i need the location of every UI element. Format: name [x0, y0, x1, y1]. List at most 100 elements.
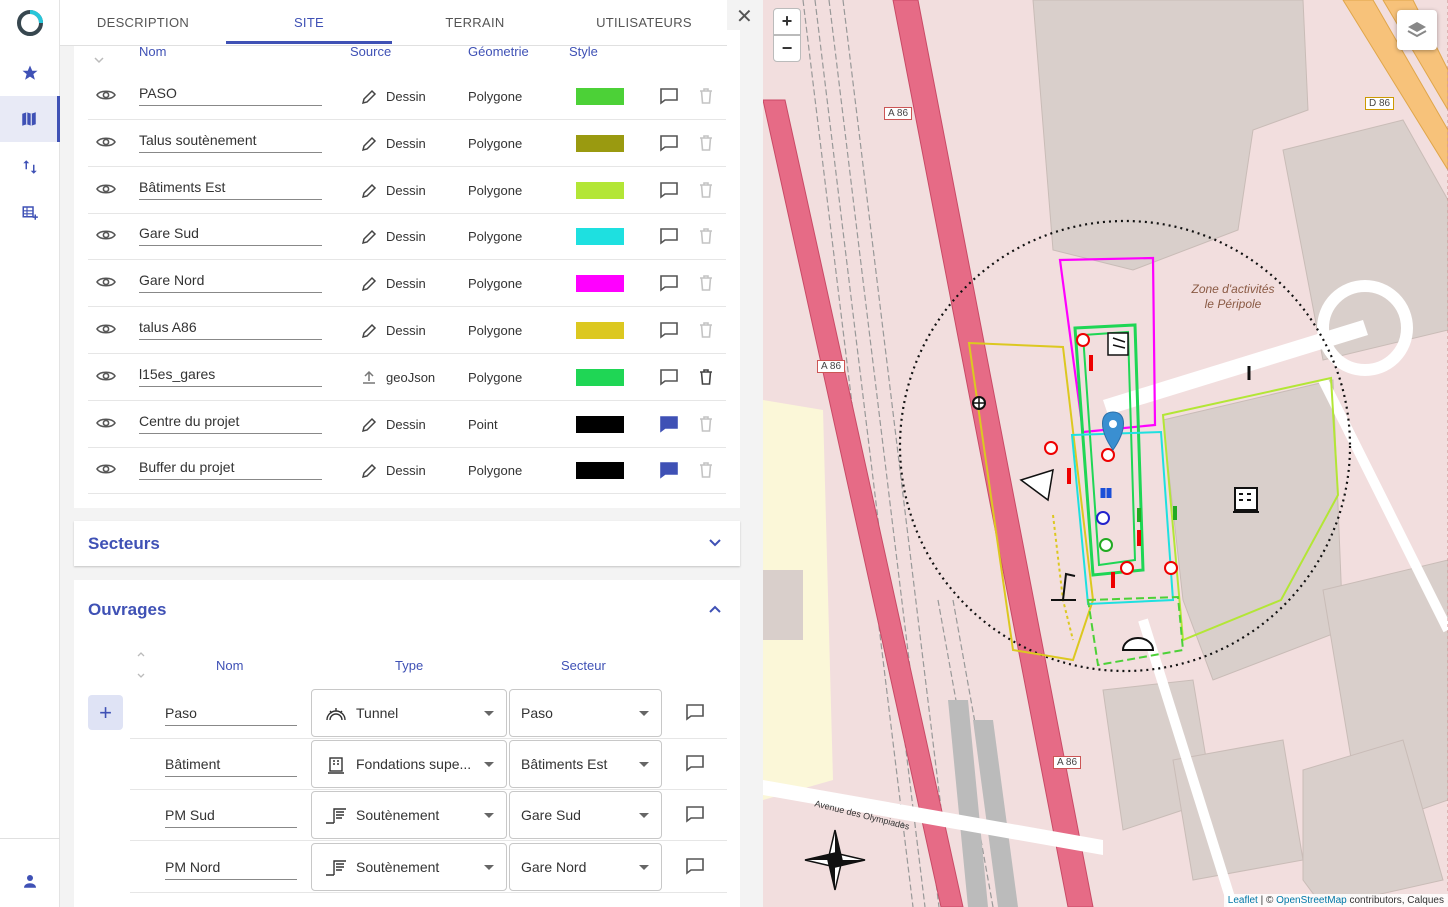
comment-icon[interactable]	[659, 321, 679, 344]
layer-style-swatch[interactable]	[576, 322, 624, 339]
eye-icon[interactable]	[96, 228, 116, 247]
eye-icon[interactable]	[96, 275, 116, 294]
eye-icon[interactable]	[96, 416, 116, 435]
layer-style-swatch[interactable]	[576, 462, 624, 480]
comment-icon[interactable]	[659, 87, 679, 110]
eye-icon[interactable]	[96, 322, 116, 341]
layer-row: Centre du projet Dessin Point	[88, 401, 726, 448]
layer-name-field[interactable]: Talus soutènement	[139, 132, 322, 153]
ouvrages-col-secteur[interactable]: Secteur	[561, 658, 606, 673]
comment-icon[interactable]	[659, 134, 679, 157]
layer-name-field[interactable]: PASO	[139, 85, 322, 106]
comment-icon[interactable]	[685, 754, 705, 777]
comment-icon[interactable]	[659, 461, 679, 484]
secteurs-card[interactable]: Secteurs	[74, 521, 740, 566]
col-style[interactable]: Style	[569, 44, 598, 59]
layer-style-swatch[interactable]	[576, 415, 624, 433]
app-logo[interactable]	[0, 0, 60, 46]
trash-icon[interactable]	[698, 415, 714, 438]
comment-icon[interactable]	[685, 805, 705, 828]
comment-icon[interactable]	[659, 368, 679, 391]
table-add-button[interactable]	[0, 190, 60, 236]
layer-row: Gare Nord Dessin Polygone	[88, 260, 726, 308]
ouvrage-name-field[interactable]: PM Nord	[165, 859, 297, 880]
add-ouvrage-button[interactable]: +	[88, 695, 123, 730]
layer-source: Dessin	[386, 416, 426, 432]
plus-icon: +	[99, 699, 112, 725]
layer-style-swatch[interactable]	[576, 228, 624, 246]
layer-style-swatch[interactable]	[576, 88, 624, 105]
ouvrage-secteur-select[interactable]: Gare Sud	[509, 791, 662, 840]
ouvrage-name-field[interactable]: PM Sud	[165, 807, 297, 829]
tab-description[interactable]: DESCRIPTION	[60, 0, 226, 44]
layer-style-swatch[interactable]	[576, 134, 624, 152]
trash-icon[interactable]	[698, 134, 714, 157]
account-button[interactable]	[0, 858, 60, 904]
ouvrage-type-select[interactable]: Fondations supe...	[311, 740, 507, 789]
chevron-up-icon[interactable]	[709, 605, 721, 613]
leaflet-link[interactable]: Leaflet	[1228, 895, 1258, 906]
ouvrage-name-field[interactable]: Bâtiment	[165, 756, 297, 778]
ouvrage-type-select[interactable]: Soutènement	[311, 791, 507, 840]
eye-icon[interactable]	[96, 182, 116, 201]
layer-name-field[interactable]: Buffer du projet	[139, 459, 322, 481]
eye-icon[interactable]	[96, 462, 116, 481]
trash-icon[interactable]	[698, 368, 714, 391]
ouvrage-secteur-select[interactable]: Gare Nord	[509, 842, 662, 891]
layer-style-swatch[interactable]	[576, 181, 624, 199]
col-geometrie[interactable]: Géometrie	[468, 44, 529, 59]
road-label-a86: A 86	[884, 107, 913, 120]
zoom-in-button[interactable]: +	[773, 8, 801, 35]
layer-style-swatch[interactable]	[576, 275, 624, 293]
trash-icon[interactable]	[698, 227, 714, 250]
star-icon	[22, 65, 38, 80]
tab-utilisateurs[interactable]: UTILISATEURS	[560, 0, 728, 44]
ouvrage-secteur-select[interactable]: Paso	[509, 689, 662, 737]
layer-style-swatch[interactable]	[576, 368, 624, 386]
layer-name-field[interactable]: Bâtiments Est	[139, 179, 322, 200]
sort-arrow-icon[interactable]	[94, 56, 104, 64]
comment-icon[interactable]	[685, 857, 705, 880]
close-icon[interactable]: ✕	[736, 4, 753, 29]
layers-icon	[1407, 22, 1427, 38]
chevron-down-icon[interactable]	[709, 539, 721, 547]
layer-name-field[interactable]: l15es_gares	[139, 366, 322, 387]
dropdown-caret-icon	[639, 762, 649, 768]
osm-link[interactable]: OpenStreetMap	[1276, 895, 1347, 906]
layer-name-field[interactable]: talus A86	[139, 319, 322, 340]
trash-icon[interactable]	[698, 181, 714, 204]
comment-icon[interactable]	[659, 415, 679, 438]
comment-icon[interactable]	[659, 227, 679, 250]
tab-site[interactable]: SITE	[226, 0, 392, 44]
ouvrages-col-type[interactable]: Type	[395, 658, 423, 673]
transfer-button[interactable]	[0, 144, 60, 190]
eye-icon[interactable]	[96, 88, 116, 107]
trash-icon[interactable]	[698, 321, 714, 344]
comment-icon[interactable]	[685, 703, 705, 726]
ouvrage-name-field[interactable]: Paso	[165, 705, 297, 726]
trash-icon[interactable]	[698, 461, 714, 484]
layer-name-field[interactable]: Gare Sud	[139, 225, 322, 247]
trash-icon[interactable]	[698, 87, 714, 110]
eye-icon[interactable]	[96, 369, 116, 388]
layer-name-field[interactable]: Centre du projet	[139, 413, 322, 434]
layer-name-field[interactable]: Gare Nord	[139, 272, 322, 294]
ouvrage-type-select[interactable]: Tunnel	[311, 689, 507, 737]
layer-geometry: Polygone	[468, 463, 523, 479]
favorites-button[interactable]	[0, 50, 60, 96]
ouvrage-type-select[interactable]: Soutènement	[311, 842, 507, 891]
eye-icon[interactable]	[96, 135, 116, 154]
col-source[interactable]: Source	[350, 44, 391, 59]
map-view[interactable]: A 86 A 86 A 86 D 86 Zone d'activités le …	[763, 0, 1448, 907]
tab-terrain[interactable]: TERRAIN	[392, 0, 558, 44]
comment-icon[interactable]	[659, 274, 679, 297]
ouvrages-col-nom[interactable]: Nom	[216, 658, 243, 673]
ouvrage-secteur-select[interactable]: Bâtiments Est	[509, 740, 662, 789]
map-layers-button[interactable]	[1397, 10, 1437, 50]
sort-arrows-icon[interactable]	[136, 650, 146, 680]
comment-icon[interactable]	[659, 181, 679, 204]
zoom-out-button[interactable]: −	[773, 35, 801, 62]
map-button[interactable]	[0, 96, 60, 142]
trash-icon[interactable]	[698, 274, 714, 297]
col-nom[interactable]: Nom	[139, 44, 166, 59]
